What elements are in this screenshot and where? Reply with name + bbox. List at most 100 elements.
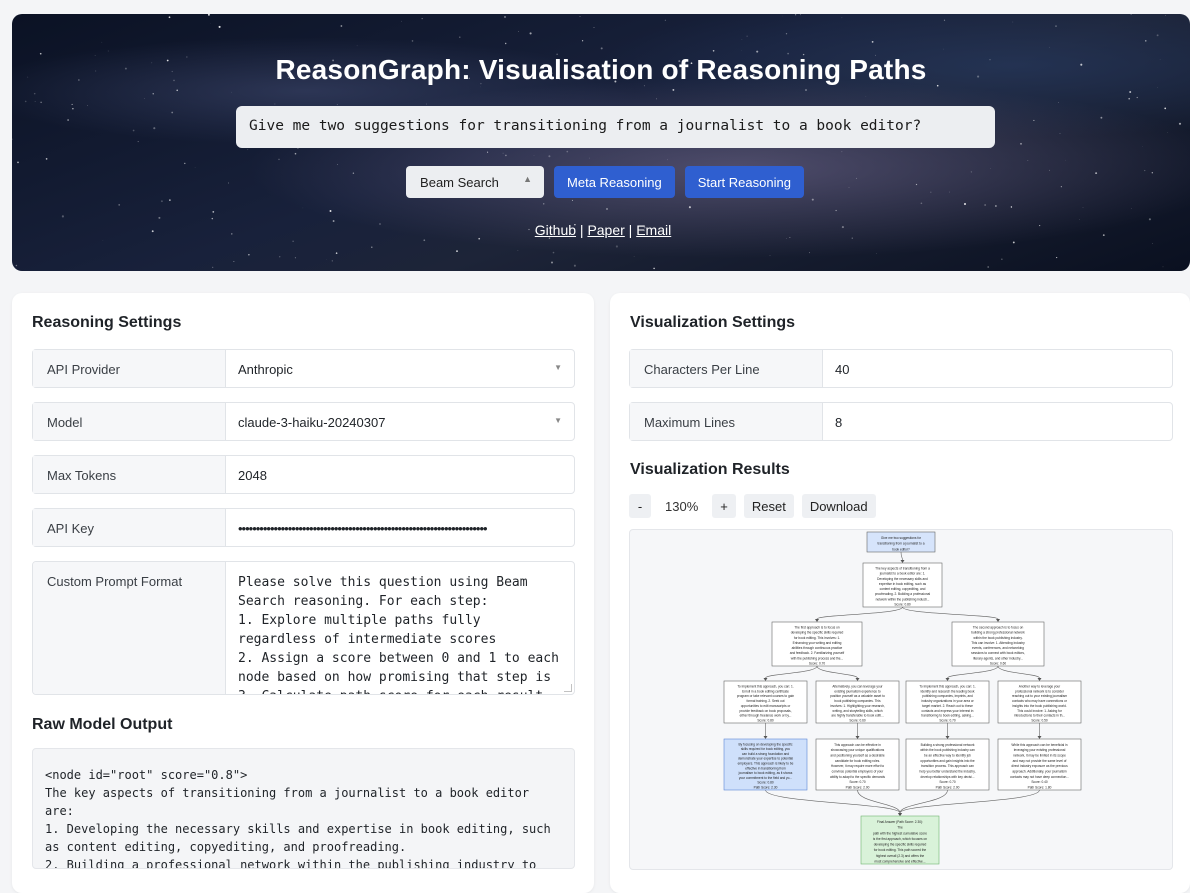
graph-node-text: writing, and storytelling skills, which	[832, 709, 882, 713]
resize-handle-icon[interactable]	[564, 684, 572, 692]
star	[601, 47, 603, 49]
star	[1100, 117, 1102, 119]
graph-node-text: events, conferences, and networking	[972, 646, 1024, 650]
reasoning-method-select[interactable]: Beam Search ▲︎	[406, 166, 544, 198]
paper-link[interactable]: Paper	[587, 222, 624, 238]
reasoning-settings-panel: Reasoning Settings API Provider Anthropi…	[12, 293, 594, 893]
star	[1065, 160, 1066, 161]
star	[1179, 123, 1181, 125]
graph-node-text: This approach can be effective in	[834, 743, 881, 747]
graph-node-text: book publishing companies. This	[834, 699, 881, 703]
graph-node-text: Path Score: 2.30	[754, 786, 778, 790]
star	[341, 25, 343, 27]
max-lines-input[interactable]: 8	[823, 403, 1172, 440]
download-button[interactable]: Download	[802, 494, 876, 518]
star	[842, 17, 843, 18]
star	[118, 204, 120, 206]
graph-node-text: While this approach can be beneficial in	[1011, 743, 1067, 747]
graph-node-text: network, it may be limited in its scope	[1013, 753, 1066, 757]
star	[1079, 220, 1080, 221]
graph-node-text: developing the specific skills required	[874, 843, 927, 847]
graph-node-root[interactable]: The key aspects of transitioning from aj…	[863, 563, 942, 607]
meta-reasoning-button[interactable]: Meta Reasoning	[554, 166, 675, 198]
star	[161, 200, 163, 202]
graph-node-a1r[interactable]: By focusing on developing the specificsk…	[724, 739, 807, 790]
star	[1145, 40, 1146, 41]
graph-node-text: and feedback. 2. Familiarizing yourself	[790, 651, 845, 655]
graph-node-final[interactable]: Final Answer (Path Score: 2.30):Thepath …	[861, 816, 939, 864]
chars-per-line-input[interactable]: 40	[823, 350, 1172, 387]
graph-node-text: proofreading. 2. Building a professional	[875, 592, 931, 596]
star	[786, 238, 787, 239]
star	[653, 268, 655, 270]
graph-node-text: involves: 1. Highlighting your research,	[830, 704, 885, 708]
star	[16, 265, 18, 267]
graph-node-text: By focusing on developing the specific	[738, 742, 792, 746]
reasoning-method-value: Beam Search	[420, 175, 499, 190]
edge-arrow-icon	[815, 619, 819, 622]
star	[1058, 102, 1059, 103]
github-link[interactable]: Github	[535, 222, 576, 238]
star	[208, 14, 210, 16]
star	[580, 16, 581, 17]
star	[1152, 243, 1153, 244]
star	[944, 20, 945, 21]
api-key-input[interactable]: ••••••••••••••••••••••••••••••••••••••••…	[226, 509, 574, 546]
star	[589, 158, 590, 159]
graph-node-text: network within the publishing industr...	[876, 597, 930, 601]
graph-node-b2r[interactable]: While this approach can be beneficial in…	[998, 739, 1081, 790]
custom-prompt-textarea[interactable]: Please solve this question using Beam Se…	[226, 562, 574, 694]
zoom-in-button[interactable]: +	[712, 494, 736, 518]
graph-node-text: abilities through continuous practice	[792, 646, 843, 650]
star	[984, 204, 985, 205]
graph-node-b[interactable]: The second approach is to focus onbuildi…	[952, 622, 1044, 666]
graph-node-a[interactable]: The first approach is to focus ondevelop…	[772, 622, 862, 666]
graph-node-text: Enroll in a book editing certificate	[742, 689, 789, 693]
api-provider-select[interactable]: Anthropic ▼	[226, 350, 574, 387]
star	[553, 252, 555, 254]
graph-node-a2r[interactable]: This approach can be effective inshowcas…	[816, 739, 899, 790]
graph-node-b2[interactable]: Another way to leverage yourprofessional…	[998, 681, 1081, 723]
graph-node-a2[interactable]: Alternatively, you can leverage yourexis…	[816, 681, 899, 723]
star	[1128, 98, 1130, 100]
reset-button[interactable]: Reset	[744, 494, 794, 518]
reasoning-graph-canvas[interactable]: Give me two suggestions fortransitioning…	[629, 529, 1173, 870]
edge-arrow-icon	[946, 736, 950, 739]
graph-node-text: within the book publishing industry.	[973, 636, 1022, 640]
graph-node-question[interactable]: Give me two suggestions fortransitioning…	[867, 532, 935, 552]
raw-output-textarea[interactable]: <node id="root" score="0.8"> The key asp…	[32, 748, 575, 869]
star	[1157, 87, 1158, 88]
graph-node-text: existing journalism experience to	[834, 689, 880, 693]
graph-node-text: convince potential employers of your	[832, 769, 885, 773]
star	[487, 152, 488, 153]
edge-arrow-icon	[1038, 736, 1042, 739]
star	[756, 51, 758, 53]
star	[478, 238, 480, 240]
star	[943, 49, 944, 50]
graph-node-text: Score: 0.70	[849, 780, 866, 784]
graph-node-a1[interactable]: To implement this approach, you can: 1.E…	[724, 681, 807, 723]
graph-node-text: within the book publishing industry can	[920, 748, 975, 752]
star	[401, 21, 402, 22]
star	[103, 240, 104, 241]
edge-arrow-icon	[901, 560, 905, 563]
star	[1056, 257, 1057, 258]
hero-banner: ReasonGraph: Visualisation of Reasoning …	[12, 14, 1190, 271]
start-reasoning-button[interactable]: Start Reasoning	[685, 166, 804, 198]
star	[212, 267, 213, 268]
star	[426, 104, 427, 105]
graph-node-text: sessions to connect with book editors,	[971, 651, 1025, 655]
graph-node-b1[interactable]: To implement this approach, you can: 1.I…	[906, 681, 989, 723]
max-tokens-input[interactable]: 2048	[226, 456, 574, 493]
graph-edge	[998, 666, 1040, 678]
star	[336, 252, 338, 254]
star	[212, 218, 213, 219]
model-value: claude-3-haiku-20240307	[238, 415, 385, 430]
graph-node-b1r[interactable]: Building a strong professional networkwi…	[906, 739, 989, 790]
model-select[interactable]: claude-3-haiku-20240307 ▼	[226, 403, 574, 440]
zoom-out-button[interactable]: -	[629, 494, 651, 518]
question-input[interactable]: Give me two suggestions for transitionin…	[236, 106, 995, 148]
raw-output-title: Raw Model Output	[32, 716, 172, 734]
email-link[interactable]: Email	[636, 222, 671, 238]
star	[964, 203, 966, 205]
